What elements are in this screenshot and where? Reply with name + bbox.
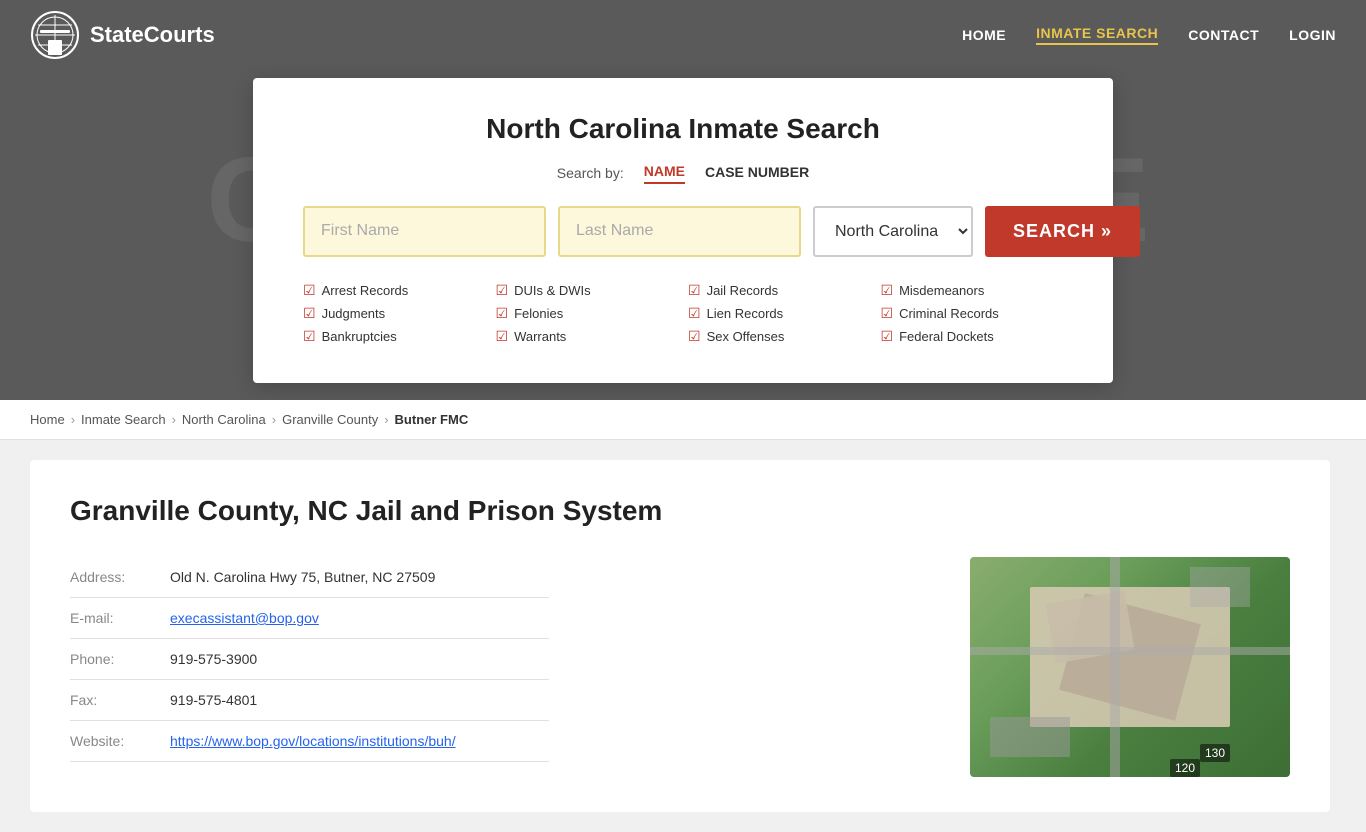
nav-login[interactable]: LOGIN (1289, 27, 1336, 43)
checklist-label: Arrest Records (322, 283, 409, 298)
website-label: Website: (70, 721, 170, 762)
search-by-label: Search by: (557, 165, 624, 181)
facility-image-inner: 130 120 (970, 557, 1290, 777)
breadcrumb-separator: › (384, 412, 388, 427)
fax-value: 919-575-4801 (170, 680, 549, 721)
checkmark-icon: ☑ (303, 282, 316, 299)
img-label-120: 120 (1170, 759, 1200, 777)
checklist-item: ☑ Sex Offenses (688, 325, 871, 348)
email-value: execassistant@bop.gov (170, 598, 549, 639)
checklist-label: Judgments (322, 306, 386, 321)
top-navigation: StateCourts HOME INMATE SEARCH CONTACT L… (0, 0, 1366, 70)
phone-label: Phone: (70, 639, 170, 680)
website-link[interactable]: https://www.bop.gov/locations/institutio… (170, 733, 456, 749)
search-by-row: Search by: NAME CASE NUMBER (303, 163, 1063, 184)
checklist-label: Felonies (514, 306, 563, 321)
checkmark-icon: ☑ (688, 282, 701, 299)
email-link[interactable]: execassistant@bop.gov (170, 610, 319, 626)
logo-area[interactable]: StateCourts (30, 10, 215, 60)
checklist-item: ☑ Lien Records (688, 302, 871, 325)
checkmark-icon: ☑ (881, 328, 894, 345)
checkmark-icon: ☑ (496, 328, 509, 345)
breadcrumb-separator: › (272, 412, 276, 427)
breadcrumb-current: Butner FMC (395, 412, 469, 427)
breadcrumb-link-inmate-search[interactable]: Inmate Search (81, 412, 166, 427)
checklist-label: Criminal Records (899, 306, 999, 321)
tab-name[interactable]: NAME (644, 163, 685, 184)
checklist-item: ☑ Felonies (496, 302, 679, 325)
breadcrumb-link-granville-county[interactable]: Granville County (282, 412, 378, 427)
content-card: Granville County, NC Jail and Prison Sys… (30, 460, 1330, 812)
checklist-label: Lien Records (707, 306, 784, 321)
checkmark-icon: ☑ (881, 305, 894, 322)
checklist-item: ☑ Criminal Records (881, 302, 1064, 325)
checklist-label: Jail Records (707, 283, 779, 298)
breadcrumb: Home › Inmate Search › North Carolina › Granvi… (0, 400, 1366, 440)
nav-links: HOME INMATE SEARCH CONTACT LOGIN (962, 25, 1336, 45)
search-card: North Carolina Inmate Search Search by: … (253, 78, 1113, 383)
checkmark-icon: ☑ (496, 305, 509, 322)
checkmark-icon: ☑ (303, 328, 316, 345)
checklist-item: ☑ Warrants (496, 325, 679, 348)
checklist-label: Misdemeanors (899, 283, 984, 298)
fax-label: Fax: (70, 680, 170, 721)
address-row: Address: Old N. Carolina Hwy 75, Butner,… (70, 557, 549, 598)
fax-row: Fax: 919-575-4801 (70, 680, 549, 721)
facility-image: 130 120 (970, 557, 1290, 777)
checklist-label: Bankruptcies (322, 329, 397, 344)
checklist-label: DUIs & DWIs (514, 283, 591, 298)
nav-home[interactable]: HOME (962, 27, 1006, 43)
checkmark-icon: ☑ (496, 282, 509, 299)
checklist-label: Federal Dockets (899, 329, 994, 344)
breadcrumb-link-north-carolina[interactable]: North Carolina (182, 412, 266, 427)
breadcrumb-separator: › (172, 412, 176, 427)
checklist-item: ☑ DUIs & DWIs (496, 279, 679, 302)
img-label-130: 130 (1200, 744, 1230, 762)
search-card-title: North Carolina Inmate Search (303, 113, 1063, 145)
checklist-area: ☑ Arrest Records ☑ Judgments ☑ Bankruptcies ☑ D… (303, 279, 1063, 348)
phone-row: Phone: 919-575-3900 (70, 639, 549, 680)
checklist-item: ☑ Arrest Records (303, 279, 486, 302)
search-inputs-row: North Carolina Alabama Alaska Arizona Ca… (303, 206, 1063, 257)
logo-icon (30, 10, 80, 60)
address-value: Old N. Carolina Hwy 75, Butner, NC 27509 (170, 557, 549, 598)
email-row: E-mail: execassistant@bop.gov (70, 598, 549, 639)
checkmark-icon: ☑ (881, 282, 894, 299)
checklist-label: Warrants (514, 329, 566, 344)
content-flex: Address: Old N. Carolina Hwy 75, Butner,… (70, 557, 1290, 777)
breadcrumb-link-home[interactable]: Home (30, 412, 65, 427)
tab-case-number[interactable]: CASE NUMBER (705, 164, 809, 183)
checklist-item: ☑ Judgments (303, 302, 486, 325)
address-label: Address: (70, 557, 170, 598)
website-value: https://www.bop.gov/locations/institutio… (170, 721, 549, 762)
checkmark-icon: ☑ (688, 305, 701, 322)
checklist-col-1: ☑ DUIs & DWIs ☑ Felonies ☑ Warrants (496, 279, 679, 348)
main-content: Granville County, NC Jail and Prison Sys… (0, 440, 1366, 832)
checklist-label: Sex Offenses (707, 329, 785, 344)
checkmark-icon: ☑ (303, 305, 316, 322)
email-label: E-mail: (70, 598, 170, 639)
nav-inmate-search[interactable]: INMATE SEARCH (1036, 25, 1158, 45)
search-button[interactable]: SEARCH » (985, 206, 1140, 257)
state-select[interactable]: North Carolina Alabama Alaska Arizona Ca… (813, 206, 973, 257)
checklist-item: ☑ Jail Records (688, 279, 871, 302)
last-name-input[interactable] (558, 206, 801, 257)
info-section: Address: Old N. Carolina Hwy 75, Butner,… (70, 557, 940, 762)
facility-title: Granville County, NC Jail and Prison Sys… (70, 495, 1290, 527)
first-name-input[interactable] (303, 206, 546, 257)
info-table: Address: Old N. Carolina Hwy 75, Butner,… (70, 557, 549, 762)
checklist-item: ☑ Misdemeanors (881, 279, 1064, 302)
checklist-col-3: ☑ Misdemeanors ☑ Criminal Records ☑ Federal D… (881, 279, 1064, 348)
site-name: StateCourts (90, 22, 215, 48)
website-row: Website: https://www.bop.gov/locations/i… (70, 721, 549, 762)
breadcrumb-separator: › (71, 412, 75, 427)
nav-contact[interactable]: CONTACT (1188, 27, 1259, 43)
phone-value: 919-575-3900 (170, 639, 549, 680)
checklist-item: ☑ Federal Dockets (881, 325, 1064, 348)
checkmark-icon: ☑ (688, 328, 701, 345)
checklist-item: ☑ Bankruptcies (303, 325, 486, 348)
checklist-col-2: ☑ Jail Records ☑ Lien Records ☑ Sex Offenses (688, 279, 871, 348)
checklist-col-0: ☑ Arrest Records ☑ Judgments ☑ Bankruptcies (303, 279, 486, 348)
